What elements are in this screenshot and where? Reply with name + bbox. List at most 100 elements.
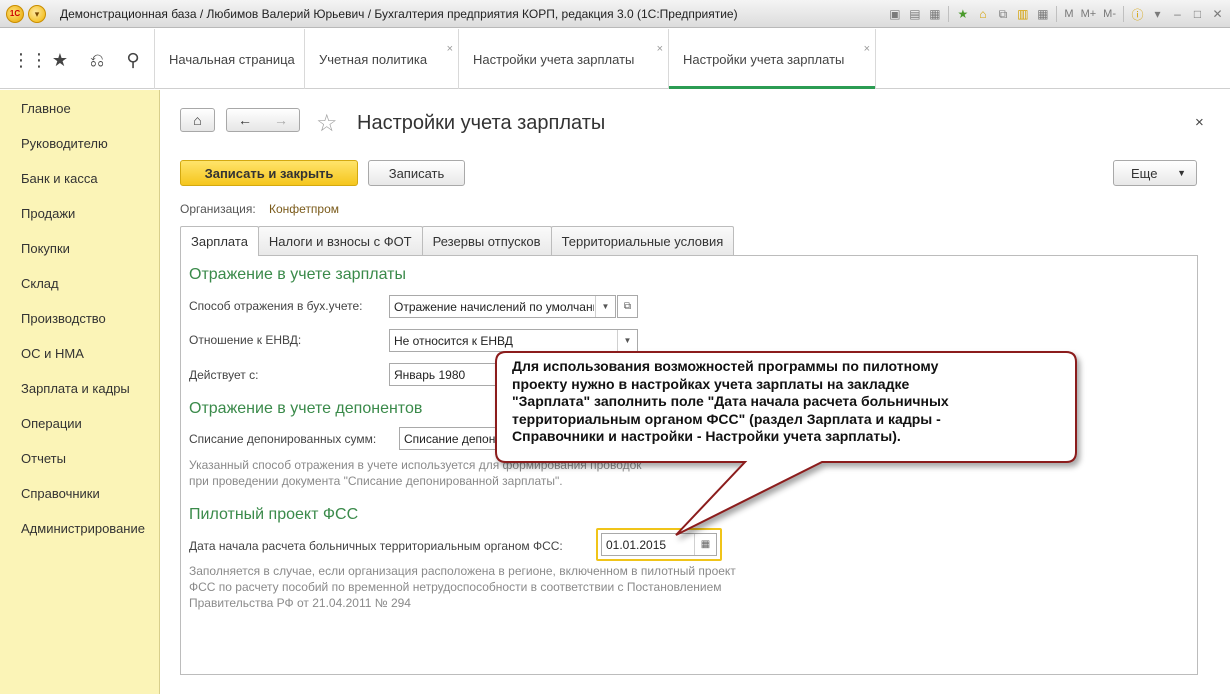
open-icon[interactable]: ⧉ [617, 295, 638, 318]
callout-text: Для использования возможностей программы… [512, 358, 949, 444]
forward-arrow-icon[interactable]: → [274, 112, 288, 128]
tab-label: Учетная политика [319, 51, 428, 67]
section-title-depositors: Отражение в учете депонентов [189, 400, 423, 417]
valid-from-field[interactable]: Январь 1980 [389, 363, 509, 386]
close-icon[interactable]: × [657, 43, 663, 55]
envd-label: Отношение к ЕНВД: [189, 333, 302, 347]
sidebar-item-operations[interactable]: Операции [21, 416, 82, 431]
tab-salary[interactable]: Зарплата [180, 226, 259, 256]
memory-plus-button[interactable]: M+ [1079, 8, 1099, 20]
organization-link[interactable]: Конфетпром [269, 202, 339, 216]
print-icon[interactable]: ▤ [906, 6, 923, 23]
calendar-icon[interactable]: ▥ [1014, 6, 1031, 23]
sidebar-item-reports[interactable]: Отчеты [21, 451, 66, 466]
info-icon[interactable]: ⓘ [1129, 6, 1146, 23]
chevron-down-icon: ▼ [1177, 168, 1186, 178]
valid-from-label: Действует с: [189, 368, 259, 382]
sidebar-item-main[interactable]: Главное [21, 101, 71, 116]
more-button[interactable]: Еще ▼ [1113, 160, 1197, 186]
window-title: Демонстрационная база / Любимов Валерий … [60, 7, 738, 21]
chevron-down-icon[interactable]: ▼ [595, 296, 615, 317]
memory-minus-button[interactable]: M- [1101, 8, 1118, 20]
calendar-icon[interactable]: ▦ [694, 534, 716, 555]
method-label: Способ отражения в бух.учете: [189, 299, 363, 313]
tab-territorial-conditions[interactable]: Территориальные условия [550, 226, 735, 255]
tab-accounting-policy[interactable]: Учетная политика × [304, 29, 458, 89]
maximize-icon[interactable]: □ [1189, 6, 1206, 23]
close-icon[interactable]: × [447, 43, 453, 55]
tab-label: Начальная страница [169, 51, 295, 67]
writeoff-select[interactable]: Списание депонированной зарплаты [399, 427, 509, 450]
search-icon[interactable]: ⚲ [122, 49, 144, 71]
sidebar-item-warehouse[interactable]: Склад [21, 276, 59, 291]
tab-vacation-reserves[interactable]: Резервы отпусков [421, 226, 552, 255]
fss-date-field[interactable]: 01.01.2015 ▦ [601, 533, 717, 556]
save-and-close-button[interactable]: Записать и закрыть [180, 160, 358, 186]
apps-grid-icon[interactable]: ⋮⋮ [12, 49, 48, 71]
tab-salary-settings-2[interactable]: Настройки учета зарплаты × [668, 29, 876, 89]
links-icon[interactable]: ⧉ [994, 6, 1011, 23]
titlebar-toolbar: ▣ ▤ ▦ ★ ⌂ ⧉ ▥ ▦ M M+ M- ⓘ ▾ – □ ✕ [886, 4, 1226, 24]
tab-label: Настройки учета зарплаты [683, 51, 845, 67]
more-label: Еще [1131, 165, 1158, 181]
save-button[interactable]: Записать [368, 160, 465, 186]
nav-history-buttons: ← → [226, 108, 300, 132]
fss-hint-line1: Заполняется в случае, если организация р… [189, 564, 736, 578]
close-window-icon[interactable]: ✕ [1209, 6, 1226, 23]
section-navbar: ⋮⋮ ★ ⎌ ⚲ Начальная страница Учетная поли… [0, 29, 1230, 89]
toolbar-divider [1056, 6, 1058, 22]
favorites-icon[interactable]: ★ [954, 6, 971, 23]
fss-hint-line3: Правительства РФ от 21.04.2011 № 294 [189, 596, 411, 610]
calculator-icon[interactable]: ▦ [1034, 6, 1051, 23]
valid-from-value: Январь 1980 [394, 367, 466, 382]
writeoff-value: Списание депонированной зарплаты [404, 431, 508, 446]
preview-icon[interactable]: ▦ [926, 6, 943, 23]
sidebar-item-purchases[interactable]: Покупки [21, 241, 70, 256]
toolbar-divider [1123, 6, 1124, 22]
method-select[interactable]: Отражение начислений по умолчанию ▼ [389, 295, 616, 318]
close-form-icon[interactable]: × [1195, 114, 1204, 131]
writeoff-hint-line2: при проведении документа "Списание депон… [189, 474, 563, 488]
sidebar-item-admin[interactable]: Администрирование [21, 521, 145, 536]
history-icon[interactable]: ⌂ [974, 6, 991, 23]
fss-date-highlight: 01.01.2015 ▦ [596, 528, 722, 561]
home-icon: ⌂ [193, 112, 202, 128]
tab-label: Настройки учета зарплаты [473, 51, 635, 67]
sidebar-item-bank[interactable]: Банк и касса [21, 171, 98, 186]
window-titlebar: 1С ▾ Демонстрационная база / Любимов Вал… [0, 0, 1230, 28]
form-tabs: Зарплата Налоги и взносы с ФОТ Резервы о… [180, 226, 735, 256]
back-arrow-icon[interactable]: ← [238, 112, 252, 128]
sidebar-item-manager[interactable]: Руководителю [21, 136, 108, 151]
envd-select[interactable]: Не относится к ЕНВД ▼ [389, 329, 638, 352]
favorites-star-icon[interactable]: ★ [49, 49, 71, 71]
tab-home-page[interactable]: Начальная страница [154, 29, 304, 89]
sections-sidebar: Главное Руководителю Банк и касса Продаж… [0, 90, 160, 694]
sidebar-item-assets[interactable]: ОС и НМА [21, 346, 84, 361]
writeoff-hint-line1: Указанный способ отражения в учете испол… [189, 458, 642, 472]
app-logo-icon: 1С [6, 5, 24, 23]
chevron-down-icon[interactable]: ▼ [617, 330, 637, 351]
dropdown-icon[interactable]: ▾ [1149, 6, 1166, 23]
minimize-icon[interactable]: – [1169, 6, 1186, 23]
main-menu-icon[interactable]: ▾ [28, 5, 46, 23]
history-icon[interactable]: ⎌ [86, 49, 108, 71]
organization-label: Организация: [180, 202, 256, 216]
sidebar-item-catalogs[interactable]: Справочники [21, 486, 100, 501]
section-title-fss-pilot: Пилотный проект ФСС [189, 506, 359, 523]
favorite-star-icon[interactable]: ☆ [316, 109, 338, 138]
sidebar-item-production[interactable]: Производство [21, 311, 106, 326]
fss-date-label: Дата начала расчета больничных территори… [189, 539, 563, 553]
tab-taxes[interactable]: Налоги и взносы с ФОТ [257, 226, 423, 255]
toolbar-divider [948, 6, 950, 22]
save-icon[interactable]: ▣ [886, 6, 903, 23]
fss-hint-line2: ФСС по расчету пособий по временной нетр… [189, 580, 722, 594]
tab-salary-settings-1[interactable]: Настройки учета зарплаты × [458, 29, 668, 89]
home-button[interactable]: ⌂ [180, 108, 215, 132]
page-title: Настройки учета зарплаты [357, 112, 606, 134]
section-title-salary-accounting: Отражение в учете зарплаты [189, 266, 406, 283]
sidebar-item-salary[interactable]: Зарплата и кадры [21, 381, 130, 396]
fss-date-value: 01.01.2015 [606, 537, 667, 552]
close-icon[interactable]: × [864, 43, 870, 55]
memory-m-button[interactable]: M [1062, 8, 1075, 20]
sidebar-item-sales[interactable]: Продажи [21, 206, 75, 221]
